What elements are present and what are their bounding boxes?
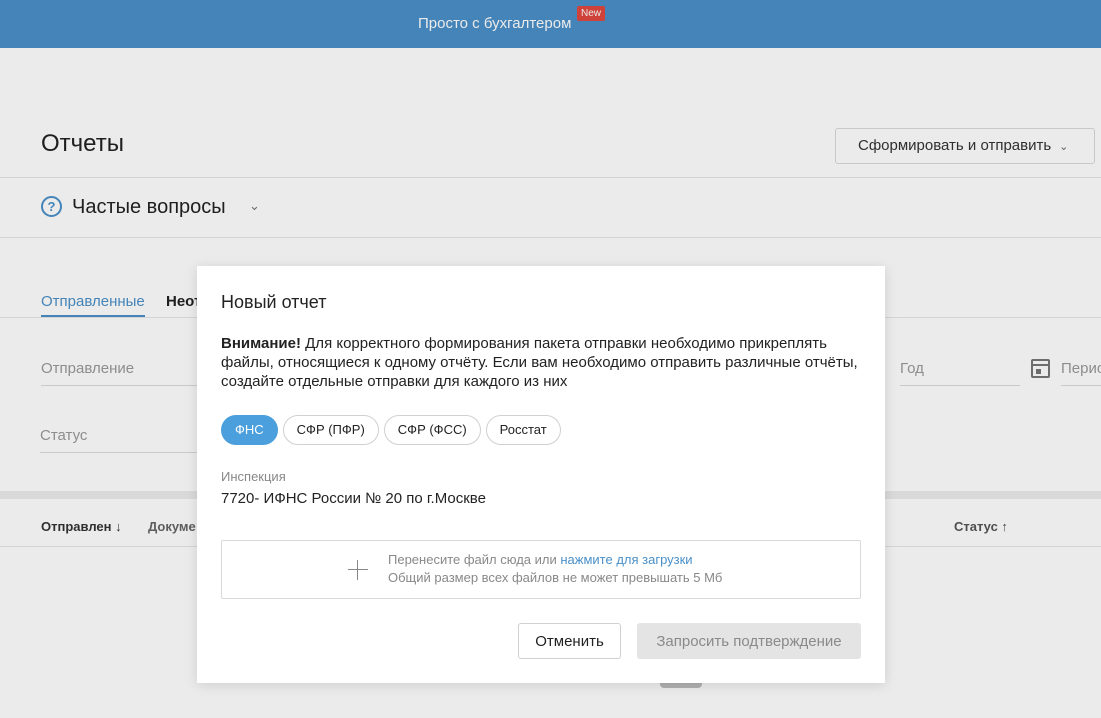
warning-label: Внимание! — [221, 335, 301, 352]
chip-sfr-pfr[interactable]: СФР (ПФР) — [282, 415, 379, 445]
request-confirmation-button[interactable]: Запросить подтверждение — [637, 623, 861, 659]
warning-message: Внимание! Для корректного формирования п… — [221, 334, 861, 391]
dropzone-size-note: Общий размер всех файлов не может превыш… — [388, 570, 723, 585]
inspection-value[interactable]: 7720- ИФНС России № 20 по г.Москве — [221, 490, 486, 507]
chip-rosstat[interactable]: Росстат — [485, 415, 561, 445]
dropzone-text: Перенесите файл сюда или — [388, 552, 561, 567]
chip-sfr-fss[interactable]: СФР (ФСС) — [383, 415, 481, 445]
warning-text: Для корректного формирования пакета отпр… — [221, 335, 858, 390]
cancel-button[interactable]: Отменить — [518, 623, 621, 659]
new-report-dialog: Новый отчет Внимание! Для корректного фо… — [197, 266, 885, 683]
plus-icon — [348, 560, 368, 580]
chip-fns[interactable]: ФНС — [221, 415, 278, 445]
recipient-chips: ФНС СФР (ПФР) СФР (ФСС) Росстат — [221, 415, 561, 445]
dropzone-instruction: Перенесите файл сюда или нажмите для заг… — [388, 552, 693, 567]
dialog-title: Новый отчет — [221, 292, 327, 312]
inspection-label: Инспекция — [221, 469, 286, 484]
file-dropzone[interactable]: Перенесите файл сюда или нажмите для заг… — [221, 540, 861, 599]
upload-link[interactable]: нажмите для загрузки — [560, 552, 692, 567]
